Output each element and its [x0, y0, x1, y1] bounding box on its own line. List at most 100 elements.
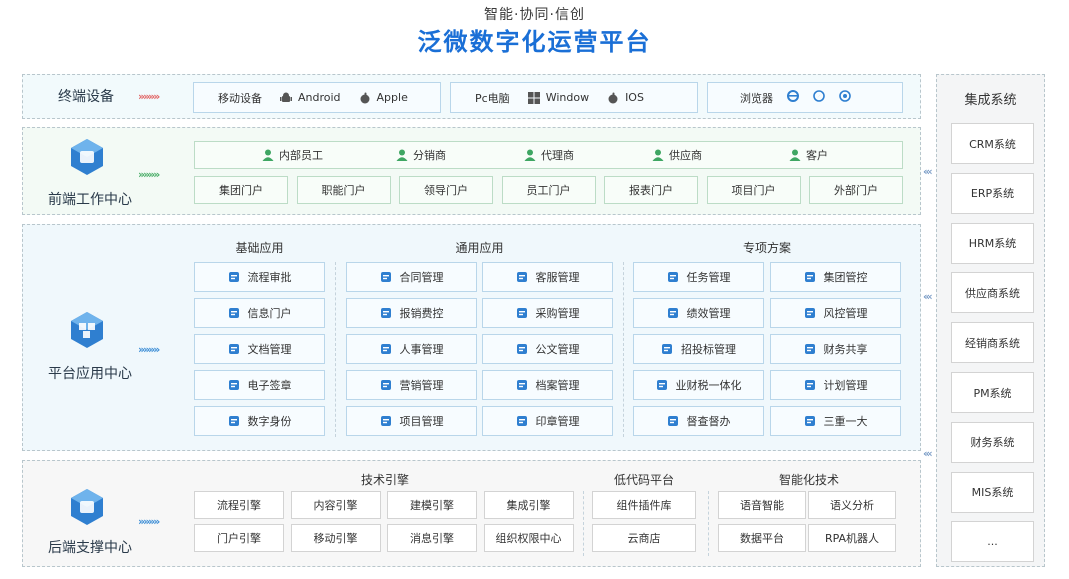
app-item[interactable]: 营销管理 [346, 370, 477, 400]
app-item[interactable]: 集团管控 [770, 262, 901, 292]
platform-cube-icon [67, 310, 107, 353]
app-item[interactable]: 财务共享 [770, 334, 901, 364]
app-item[interactable]: 项目管理 [346, 406, 477, 436]
engine-label: 建模引擎 [410, 499, 454, 512]
arrow-right-icon: ›››››››› [138, 515, 160, 528]
integration-item[interactable]: HRM系统 [951, 222, 1034, 264]
role-item: 代理商 [524, 146, 574, 164]
engine-item[interactable]: 语音智能 [718, 491, 806, 519]
app-item[interactable]: 公文管理 [482, 334, 613, 364]
engine-item[interactable]: 建模引擎 [387, 491, 477, 519]
integration-label: HRM系统 [968, 237, 1017, 251]
app-label: 文档管理 [247, 343, 292, 356]
engine-item[interactable]: 云商店 [592, 524, 696, 552]
app-item[interactable]: 电子签章 [194, 370, 325, 400]
apple-item: Apple [359, 91, 408, 104]
app-item[interactable]: 绩效管理 [633, 298, 764, 328]
app-item[interactable]: 人事管理 [346, 334, 477, 364]
person-icon [524, 149, 536, 161]
tech-heading: 技术引擎 [360, 473, 409, 487]
app-icon [667, 271, 679, 283]
engine-item[interactable]: 组件插件库 [592, 491, 696, 519]
android-item: Android [280, 91, 341, 104]
app-item[interactable]: 合同管理 [346, 262, 477, 292]
portal-item[interactable]: 职能门户 [296, 176, 391, 204]
app-item[interactable]: 招投标管理 [633, 334, 764, 364]
engine-label: 语义分析 [830, 499, 874, 512]
app-item[interactable]: 风控管理 [770, 298, 901, 328]
divider [623, 262, 624, 437]
integration-item[interactable]: 供应商系统 [951, 272, 1034, 314]
portal-item[interactable]: 外部门户 [809, 176, 903, 204]
integration-item[interactable]: ERP系统 [951, 172, 1034, 214]
app-item[interactable]: 三重一大 [770, 406, 901, 436]
mobile-device-box: 移动设备 Android Apple [193, 82, 441, 113]
ie-browser-icon [787, 90, 799, 105]
engine-item[interactable]: 语义分析 [808, 491, 896, 519]
app-label: 任务管理 [686, 271, 731, 284]
engine-item[interactable]: 组织权限中心 [483, 524, 574, 552]
app-icon [516, 379, 528, 391]
person-icon [789, 149, 801, 161]
app-item[interactable]: 计划管理 [770, 370, 901, 400]
engine-item[interactable]: 集成引擎 [483, 491, 574, 519]
android-label: Android [298, 91, 341, 104]
integration-item[interactable]: 财务系统 [951, 421, 1034, 463]
app-icon [228, 271, 240, 283]
engine-item[interactable]: 数据平台 [718, 524, 806, 552]
app-label: 电子签章 [247, 379, 292, 392]
integration-label: PM系统 [973, 386, 1012, 400]
app-item[interactable]: 印章管理 [482, 406, 613, 436]
portal-item[interactable]: 员工门户 [501, 176, 596, 204]
integration-item[interactable]: PM系统 [951, 372, 1034, 413]
app-item[interactable]: 档案管理 [482, 370, 613, 400]
integration-item[interactable]: CRM系统 [951, 123, 1034, 164]
app-item[interactable]: 文档管理 [194, 334, 325, 364]
portal-label: 领导门户 [424, 184, 468, 197]
app-item[interactable]: 报销费控 [346, 298, 477, 328]
windows-item: Window [527, 91, 589, 104]
apple-icon [607, 92, 619, 104]
portal-label: 项目门户 [731, 184, 776, 197]
integration-label: ... [987, 535, 998, 549]
app-item[interactable]: 督查督办 [633, 406, 764, 436]
integration-item[interactable]: MIS系统 [951, 471, 1034, 513]
app-item[interactable]: 业财税一体化 [633, 370, 764, 400]
portal-item[interactable]: 集团门户 [194, 176, 288, 204]
app-item[interactable]: 客服管理 [482, 262, 613, 292]
integration-label: CRM系统 [969, 137, 1016, 151]
integration-label: 经销商系统 [965, 336, 1020, 350]
integration-item[interactable]: ... [951, 521, 1034, 563]
app-label: 印章管理 [535, 415, 580, 428]
app-item[interactable]: 信息门户 [194, 298, 325, 328]
browser-box: 浏览器 [707, 82, 903, 113]
portal-item[interactable]: 项目门户 [706, 176, 801, 204]
device-label: 终端设备 [58, 89, 114, 105]
role-item: 客户 [789, 146, 828, 164]
app-icon [516, 307, 528, 319]
portal-label: 职能门户 [321, 184, 366, 197]
browser-label: 浏览器 [740, 91, 773, 105]
engine-item[interactable]: RPA机器人 [808, 524, 896, 552]
app-item[interactable]: 数字身份 [194, 406, 325, 436]
portal-label: 集团门户 [219, 184, 263, 197]
integration-item[interactable]: 经销商系统 [951, 322, 1034, 364]
app-icon [667, 415, 679, 427]
engine-item[interactable]: 消息引擎 [387, 524, 477, 552]
portal-label: 报表门户 [629, 184, 673, 197]
app-icon [516, 415, 528, 427]
engine-item[interactable]: 流程引擎 [194, 491, 284, 519]
app-item[interactable]: 采购管理 [482, 298, 613, 328]
arrow-right-icon: ›››››››› [138, 343, 160, 356]
engine-item[interactable]: 门户引擎 [194, 524, 284, 552]
front-label: 前端工作中心 [48, 192, 132, 208]
engine-item[interactable]: 内容引擎 [290, 491, 381, 519]
app-item[interactable]: 流程审批 [194, 262, 325, 292]
portal-item[interactable]: 报表门户 [604, 176, 698, 204]
app-icon [380, 379, 392, 391]
engine-item[interactable]: 移动引擎 [290, 524, 381, 552]
portal-item[interactable]: 领导门户 [399, 176, 493, 204]
app-item[interactable]: 任务管理 [633, 262, 764, 292]
app-icon [656, 379, 668, 391]
platform-label: 平台应用中心 [48, 366, 132, 382]
